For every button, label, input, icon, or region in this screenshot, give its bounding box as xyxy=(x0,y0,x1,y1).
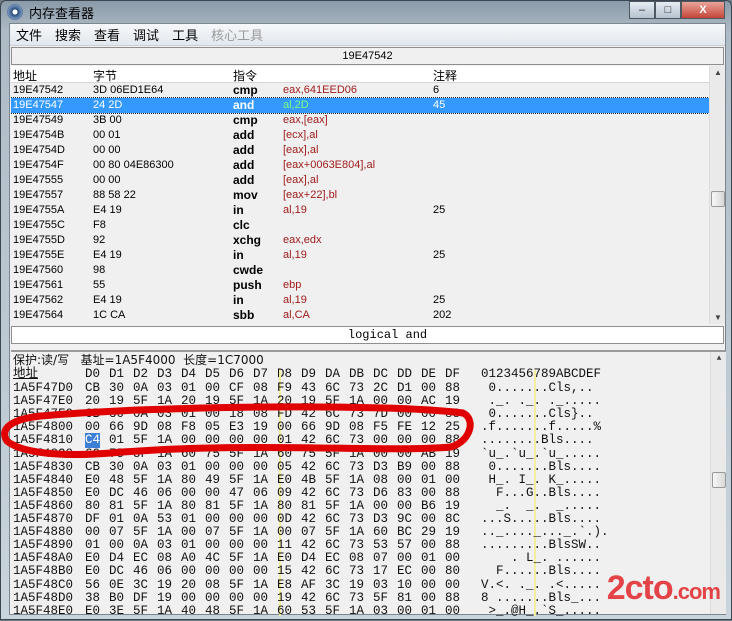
memory-viewer-window: 内存查看器 – □ X 文件 搜索 查看 调试 工具 核心工具 19E47542… xyxy=(0,0,732,620)
annotation-stroke xyxy=(1,403,474,458)
red-annotation-circle xyxy=(1,403,474,458)
